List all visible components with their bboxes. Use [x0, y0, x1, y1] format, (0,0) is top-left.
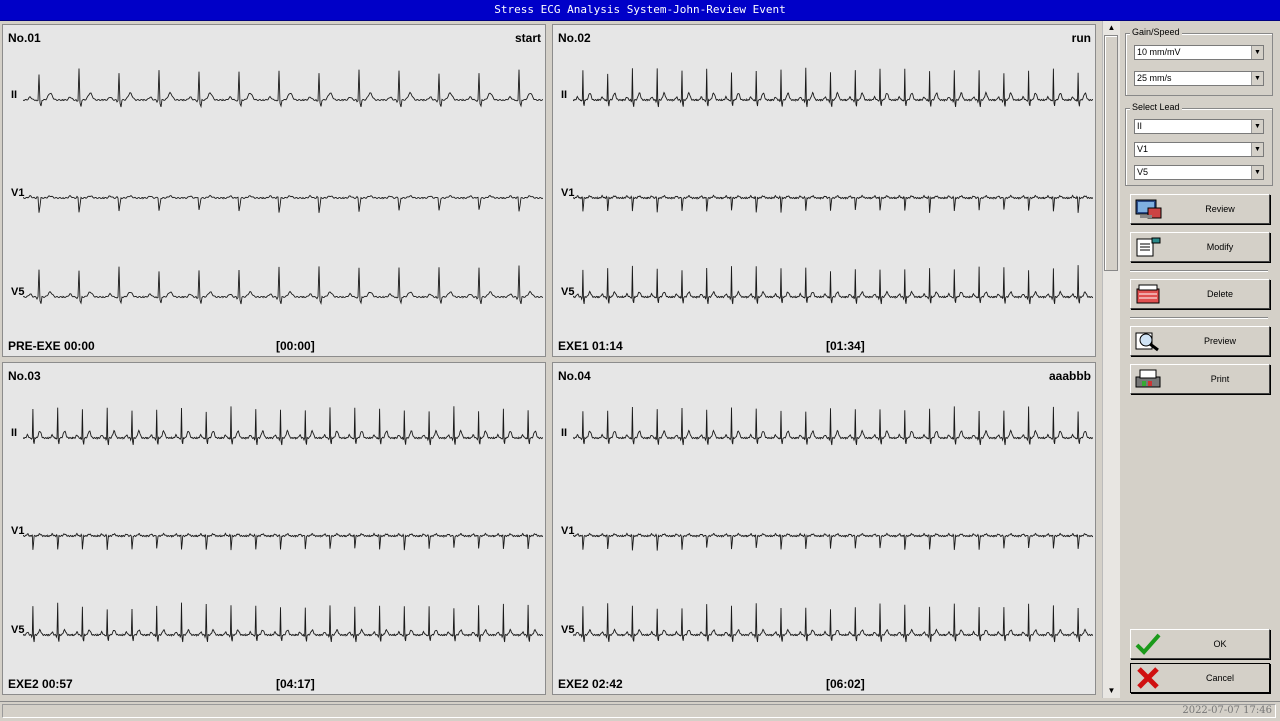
ecg-trace — [23, 406, 543, 643]
event-elapsed: [01:34] — [826, 339, 865, 353]
modify-label: Modify — [1206, 242, 1234, 252]
lead-label: II — [561, 89, 568, 101]
ecg-lead-ii — [573, 406, 1093, 446]
event-panel-3[interactable]: No.03 II V1 V5 EXE2 00:57 [04:17] — [2, 362, 546, 695]
control-sidebar: Gain/Speed 10 mm/mV ▼ 25 mm/s ▼ Select Lea… — [1121, 21, 1278, 701]
ecg-lead-v5 — [573, 265, 1093, 305]
status-bar: 2022-07-07 17:46 — [0, 701, 1280, 721]
ecg-lead-v1 — [23, 194, 543, 213]
select-lead-group: Select Lead II ▼ V1 ▼ V5 ▼ — [1125, 102, 1273, 186]
event-stage: EXE1 01:14 — [558, 339, 623, 353]
cross-icon — [1137, 667, 1159, 689]
ecg-lead-v1 — [573, 532, 1093, 551]
ok-label: OK — [1213, 639, 1227, 649]
cancel-button[interactable]: Cancel — [1130, 663, 1270, 693]
modify-clipboard-icon — [1136, 237, 1161, 257]
ok-button[interactable]: OK — [1130, 629, 1270, 659]
ecg-lead-v1 — [573, 194, 1093, 213]
printer-icon — [1135, 369, 1161, 388]
gain-select[interactable]: 10 mm/mV ▼ — [1134, 45, 1264, 60]
lead-label: II — [11, 427, 18, 439]
window-title: Stress ECG Analysis System-John-Review E… — [0, 0, 1280, 21]
event-elapsed: [04:17] — [276, 677, 315, 691]
ecg-lead-v1 — [23, 532, 543, 551]
lead2-select[interactable]: V1 ▼ — [1134, 142, 1264, 157]
ecg-lead-v5 — [23, 265, 543, 305]
lead2-value: V1 — [1137, 144, 1149, 154]
event-grid: No.01 start II V1 V5 PRE-EXE 00:00 [00:0… — [2, 21, 1102, 698]
review-monitor-icon — [1135, 199, 1162, 219]
preview-label: Preview — [1203, 336, 1236, 346]
scroll-up-icon[interactable]: ▲ — [1105, 22, 1118, 34]
cancel-label: Cancel — [1205, 673, 1234, 683]
ecg-lead-ii — [23, 68, 543, 109]
event-elapsed: [06:02] — [826, 677, 865, 691]
event-stage: EXE2 02:42 — [558, 677, 623, 691]
ecg-trace — [23, 68, 543, 305]
delete-icon — [1136, 284, 1160, 304]
group-legend: Gain/Speed — [1130, 27, 1182, 37]
chevron-down-icon[interactable]: ▼ — [1251, 72, 1263, 85]
button-separator — [1130, 270, 1268, 272]
preview-button[interactable]: Preview — [1130, 326, 1270, 356]
ecg-lead-v5 — [573, 603, 1093, 643]
lead1-value: II — [1137, 121, 1143, 131]
magnifier-icon — [1135, 332, 1159, 352]
chevron-down-icon[interactable]: ▼ — [1251, 143, 1263, 156]
event-stage: PRE-EXE 00:00 — [8, 339, 95, 353]
status-field — [2, 704, 1276, 718]
speed-value: 25 mm/s — [1137, 73, 1172, 83]
scroll-down-icon[interactable]: ▼ — [1105, 685, 1118, 697]
button-separator — [1130, 317, 1268, 319]
delete-button[interactable]: Delete — [1130, 279, 1270, 309]
status-clock: 2022-07-07 17:46 — [1182, 705, 1272, 716]
lead1-select[interactable]: II ▼ — [1134, 119, 1264, 134]
chevron-down-icon[interactable]: ▼ — [1251, 120, 1263, 133]
review-label: Review — [1205, 204, 1235, 214]
speed-select[interactable]: 25 mm/s ▼ — [1134, 71, 1264, 86]
ecg-trace — [573, 67, 1093, 305]
print-button[interactable]: Print — [1130, 364, 1270, 394]
print-label: Print — [1210, 374, 1230, 384]
checkmark-icon — [1135, 633, 1161, 655]
vertical-scrollbar[interactable]: ▲ ▼ — [1102, 21, 1120, 698]
lead-label: II — [11, 89, 18, 101]
gain-speed-group: Gain/Speed 10 mm/mV ▼ 25 mm/s ▼ — [1125, 27, 1273, 96]
modify-button[interactable]: Modify — [1130, 232, 1270, 262]
lead-label: II — [561, 427, 568, 439]
event-panel-1[interactable]: No.01 start II V1 V5 PRE-EXE 00:00 [00:0… — [2, 24, 546, 357]
event-panel-2[interactable]: No.02 run II V1 V5 EXE1 01:14 [01:34] — [552, 24, 1096, 357]
delete-label: Delete — [1206, 289, 1233, 299]
group-legend: Select Lead — [1130, 102, 1182, 112]
chevron-down-icon[interactable]: ▼ — [1251, 166, 1263, 179]
review-button[interactable]: Review — [1130, 194, 1270, 224]
event-stage: EXE2 00:57 — [8, 677, 73, 691]
ecg-lead-ii — [573, 67, 1093, 108]
ecg-lead-ii — [23, 406, 543, 446]
lead3-value: V5 — [1137, 167, 1149, 177]
event-elapsed: [00:00] — [276, 339, 315, 353]
gain-value: 10 mm/mV — [1137, 47, 1181, 57]
chevron-down-icon[interactable]: ▼ — [1251, 46, 1263, 59]
scroll-thumb[interactable] — [1104, 35, 1118, 271]
ecg-lead-v5 — [23, 602, 543, 643]
event-panel-4[interactable]: No.04 aaabbb II V1 V5 EXE2 02:42 [06:02] — [552, 362, 1096, 695]
ecg-trace — [573, 406, 1093, 643]
lead3-select[interactable]: V5 ▼ — [1134, 165, 1264, 180]
